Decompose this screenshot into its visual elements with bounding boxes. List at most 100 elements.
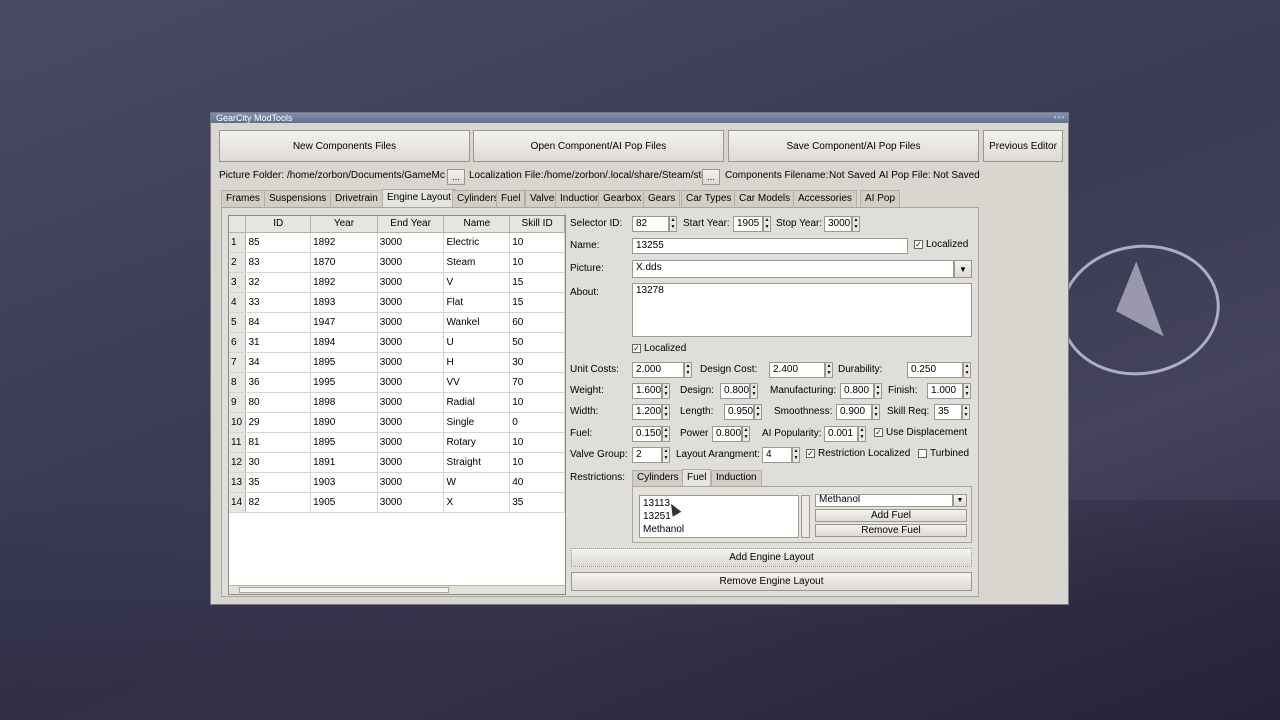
table-cell[interactable]: 3000 [377, 232, 445, 253]
table-row[interactable]: 2 83 1870 3000 Steam 10 [229, 252, 565, 273]
table-row[interactable]: 7 34 1895 3000 H 30 [229, 352, 565, 373]
selector-id-spinner[interactable]: ▲ ▼ [669, 216, 677, 232]
new-components-button[interactable]: New Components Files [219, 130, 470, 162]
tab-drivetrain[interactable]: Drivetrain [330, 190, 383, 207]
table-cell[interactable]: 35 [509, 492, 565, 513]
name-input[interactable]: 13255 [632, 238, 908, 254]
design-spinner[interactable]: ▲ ▼ [750, 383, 758, 399]
table-cell[interactable]: Straight [443, 452, 511, 473]
tab-accessories[interactable]: Accessories [793, 190, 857, 207]
table-cell[interactable]: 40 [509, 472, 565, 493]
stop-year-input[interactable]: 3000 [824, 216, 852, 232]
table-row[interactable]: 12 30 1891 3000 Straight 10 [229, 452, 565, 473]
table-cell[interactable]: 1895 [310, 352, 378, 373]
table-cell[interactable]: 1892 [310, 232, 378, 253]
table-cell[interactable]: 3000 [377, 472, 445, 493]
length-spinner[interactable]: ▲ ▼ [754, 404, 762, 420]
table-cell[interactable]: 1893 [310, 292, 378, 313]
table-cell[interactable]: 50 [509, 332, 565, 353]
table-cell[interactable]: 3000 [377, 292, 445, 313]
table-cell[interactable]: X [443, 492, 511, 513]
start-year-input[interactable]: 1905 [733, 216, 763, 232]
table-cell[interactable]: 60 [509, 312, 565, 333]
fuel-select[interactable]: Methanol [815, 494, 953, 507]
row-number[interactable]: 4 [229, 292, 247, 313]
row-number[interactable]: 3 [229, 272, 247, 293]
fuel-spinner[interactable]: ▲ ▼ [662, 426, 670, 442]
table-cell[interactable]: 0 [509, 412, 565, 433]
finish-spinner[interactable]: ▲ ▼ [963, 383, 971, 399]
row-number[interactable]: 7 [229, 352, 247, 373]
valve-group-spinner[interactable]: ▲ ▼ [662, 447, 670, 463]
table-row[interactable]: 1 85 1892 3000 Electric 10 [229, 232, 565, 253]
tab-car-models[interactable]: Car Models [734, 190, 796, 207]
durability-spinner[interactable]: ▲ ▼ [963, 362, 971, 378]
table-cell[interactable]: 35 [245, 472, 312, 493]
open-component-button[interactable]: Open Component/AI Pop Files [473, 130, 724, 162]
table-cell[interactable]: 10 [509, 232, 565, 253]
row-number[interactable]: 2 [229, 252, 247, 273]
skill-req-input[interactable]: 35 [934, 404, 962, 420]
restriction-list[interactable]: 13113 13251 Methanol [639, 495, 799, 538]
table-cell[interactable]: V [443, 272, 511, 293]
row-number[interactable]: 9 [229, 392, 247, 413]
table-row[interactable]: 11 81 1895 3000 Rotary 10 [229, 432, 565, 453]
tab-engine-layout[interactable]: Engine Layout [382, 189, 456, 207]
weight-spinner[interactable]: ▲ ▼ [662, 383, 670, 399]
table-cell[interactable]: 3000 [377, 492, 445, 513]
table-cell[interactable]: 15 [509, 272, 565, 293]
table-row[interactable]: 10 29 1890 3000 Single 0 [229, 412, 565, 433]
row-number[interactable]: 5 [229, 312, 247, 333]
scrollbar-thumb[interactable] [239, 587, 449, 593]
table-cell[interactable]: 1891 [310, 452, 378, 473]
window-controls[interactable]: ▫▫▫ [1053, 113, 1065, 123]
table-cell[interactable]: 1898 [310, 392, 378, 413]
power-spinner[interactable]: ▲ ▼ [742, 426, 750, 442]
table-row[interactable]: 8 36 1995 3000 VV 70 [229, 372, 565, 393]
table-cell[interactable]: 3000 [377, 372, 445, 393]
column-header[interactable]: End Year [377, 216, 445, 233]
table-cell[interactable]: Steam [443, 252, 511, 273]
picture-folder-browse-button[interactable]: ... [447, 169, 465, 185]
smoothness-input[interactable]: 0.900 [836, 404, 872, 420]
about-textarea[interactable]: 13278 [632, 283, 972, 337]
table-cell[interactable]: 3000 [377, 252, 445, 273]
row-number[interactable]: 12 [229, 452, 247, 473]
row-number[interactable]: 1 [229, 232, 247, 253]
table-cell[interactable]: Radial [443, 392, 511, 413]
table-row[interactable]: 4 33 1893 3000 Flat 15 [229, 292, 565, 313]
table-cell[interactable]: 1870 [310, 252, 378, 273]
table-cell[interactable]: 30 [509, 352, 565, 373]
tab-gearbox[interactable]: Gearbox [598, 190, 647, 207]
row-number[interactable]: 10 [229, 412, 247, 433]
table-cell[interactable]: 1905 [310, 492, 378, 513]
add-engine-layout-button[interactable]: Add Engine Layout [571, 548, 972, 567]
picture-select[interactable]: X.dds [632, 260, 954, 278]
table-cell[interactable]: 82 [245, 492, 312, 513]
table-cell[interactable]: 15 [509, 292, 565, 313]
row-number[interactable]: 8 [229, 372, 247, 393]
skill-req-spinner[interactable]: ▲ ▼ [962, 404, 970, 420]
table-cell[interactable]: Rotary [443, 432, 511, 453]
layout-arrangement-input[interactable]: 4 [762, 447, 792, 463]
stop-year-spinner[interactable]: ▲ ▼ [852, 216, 860, 232]
valve-group-input[interactable]: 2 [632, 447, 662, 463]
power-input[interactable]: 0.800 [712, 426, 742, 442]
table-cell[interactable]: 1903 [310, 472, 378, 493]
table-cell[interactable]: 1995 [310, 372, 378, 393]
start-year-spinner[interactable]: ▲ ▼ [763, 216, 771, 232]
restriction-list-scrollbar[interactable] [801, 495, 810, 538]
table-cell[interactable]: 36 [245, 372, 312, 393]
column-header[interactable]: ID [245, 216, 312, 233]
table-cell[interactable]: 83 [245, 252, 312, 273]
design-input[interactable]: 0.800 [720, 383, 750, 399]
localization-browse-button[interactable]: ... [702, 169, 720, 185]
table-cell[interactable]: 30 [245, 452, 312, 473]
table-row[interactable]: 6 31 1894 3000 U 50 [229, 332, 565, 353]
title-bar[interactable]: GearCity ModTools ▫▫▫ [211, 113, 1068, 123]
table-row[interactable]: 14 82 1905 3000 X 35 [229, 492, 565, 513]
table-cell[interactable]: Flat [443, 292, 511, 313]
previous-editor-button[interactable]: Previous Editor [983, 130, 1063, 162]
table-cell[interactable]: 3000 [377, 412, 445, 433]
column-header[interactable]: Name [443, 216, 511, 233]
